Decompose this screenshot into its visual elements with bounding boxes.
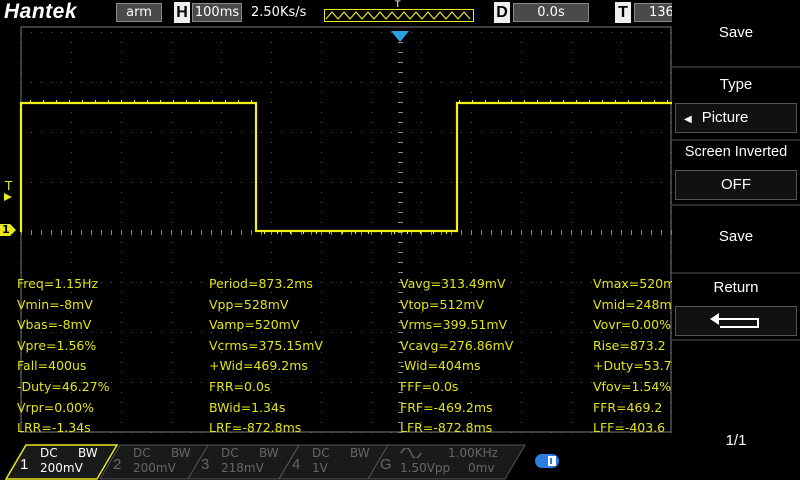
side-menu: Save Type ◀ Picture Screen Inverted OFF S… — [672, 0, 800, 480]
memory-waveform-icon — [324, 9, 474, 22]
delay-letter: D — [494, 2, 510, 23]
type-value-box[interactable]: ◀ Picture — [675, 103, 797, 133]
return-arrow-icon — [710, 313, 759, 328]
generator-frequency: 1.00KHz — [448, 446, 498, 460]
brand-logo: Hantek — [4, 0, 78, 23]
type-label: Type — [719, 76, 753, 93]
measurement-value: Vavg=313.49mV — [400, 276, 506, 291]
measurement-value: Vrpr=0.00% — [17, 399, 94, 415]
trigger-value[interactable]: 136 — [634, 3, 674, 22]
generator-status[interactable]: G 1.00KHz 1.50Vpp 0mv — [380, 442, 520, 480]
channel-bw-limit: BW — [78, 446, 98, 460]
channel-coupling: DC — [40, 446, 58, 460]
measurement-value: Vbas=-8mV — [17, 317, 92, 333]
measurement-value: -Wid=404ms — [400, 358, 481, 374]
channel-1-status[interactable]: 1 DC BW 200mV — [20, 442, 110, 480]
measurement-value: LRR=-1.34s — [17, 420, 91, 436]
channel-coupling: DC — [221, 446, 239, 460]
return-button[interactable] — [675, 306, 797, 336]
timebase-value[interactable]: 100ms — [192, 3, 242, 22]
generator-letter: G — [380, 456, 392, 473]
menu-divider — [672, 204, 800, 206]
trigger-position-arrow-icon[interactable] — [391, 31, 409, 43]
measurement-value: Fall=400us — [17, 358, 87, 374]
channel-status-bar: 1 DC BW 200mV 2 DC BW 200mV 3 DC BW 218mV 4 DC BW 1V G … — [0, 442, 672, 480]
sample-rate: 2.50Ks/s — [251, 5, 307, 20]
delay-value[interactable]: 0.0s — [513, 3, 589, 22]
return-option[interactable]: Return — [672, 274, 800, 338]
channel-bw-limit: BW — [259, 446, 279, 460]
measurement-value: Vrms=399.51mV — [400, 317, 508, 333]
top-status-bar: Hantek arm H 100ms 2.50Ks/s T D 0.0s T 1… — [0, 0, 674, 26]
usb-icon — [535, 454, 559, 468]
channel-number: 4 — [292, 456, 301, 473]
measurement-value: -Duty=46.27% — [17, 379, 110, 394]
measurement-value: Period=873.2ms — [209, 276, 313, 291]
measurement-value: +Duty=53.7 — [593, 358, 672, 374]
measurement-value: LFR=-872.8ms — [400, 420, 493, 436]
measurement-value: FFR=469.2 — [593, 399, 663, 415]
menu-page-indicator: 1/1 — [725, 432, 747, 449]
measurement-value: FRR=0.0s — [209, 379, 271, 394]
channel-4-status[interactable]: 4 DC BW 1V — [292, 442, 382, 480]
channel-coupling: DC — [133, 446, 151, 460]
square-wave-trace — [19, 101, 672, 233]
measurement-value: Vmin=-8mV — [17, 296, 93, 312]
measurement-value: Vmid=248m — [593, 296, 672, 312]
generator-amplitude: 1.50Vpp — [400, 461, 451, 475]
type-value: Picture — [701, 109, 749, 126]
measurement-value: LRF=-872.8ms — [209, 420, 302, 436]
channel-scale: 1V — [312, 461, 328, 475]
sine-wave-icon — [400, 448, 422, 458]
left-arrow-icon: ◀ — [684, 114, 692, 125]
return-label: Return — [713, 279, 759, 296]
measurement-value: Vcavg=276.86mV — [400, 337, 514, 353]
channel-number: 1 — [20, 456, 29, 473]
save-button[interactable]: Save — [673, 228, 799, 252]
channel-bw-limit: BW — [171, 446, 191, 460]
channel-bw-limit: BW — [350, 446, 370, 460]
channel-number: 2 — [113, 456, 122, 473]
channel-scale: 218mV — [221, 461, 264, 475]
channel-3-status[interactable]: 3 DC BW 218mV — [201, 442, 291, 480]
measurement-value: Vpp=528mV — [209, 296, 289, 312]
measurement-value: +Wid=469.2ms — [209, 358, 308, 374]
channel-coupling: DC — [312, 446, 330, 460]
waveform-display[interactable]: T 1 Freq=1.15Hz Period=873.2ms Vavg=313.49… — [0, 26, 672, 442]
channel-scale: 200mV — [40, 461, 83, 475]
measurement-value: Vovr=0.00% — [593, 317, 671, 333]
generator-offset: 0mv — [468, 461, 495, 475]
measurement-value: FRF=-469.2ms — [400, 399, 493, 415]
measurement-value: Vpre=1.56% — [17, 337, 97, 353]
trigger-letter: T — [615, 2, 631, 23]
channel-marker-number: 1 — [2, 223, 10, 236]
menu-title: Save — [718, 24, 754, 41]
trigger-level-marker[interactable]: T — [4, 179, 16, 203]
measurement-value: BWid=1.34s — [209, 399, 286, 415]
run-mode-indicator[interactable]: arm — [116, 3, 162, 22]
trigger-position-indicator: T — [324, 0, 474, 22]
type-option[interactable]: Type ◀ Picture — [672, 68, 800, 138]
measurement-value: Vfov=1.54% — [593, 379, 672, 394]
measurement-value: Freq=1.15Hz — [17, 276, 99, 291]
menu-divider — [672, 339, 800, 341]
trigger-level-arrow-icon — [4, 193, 12, 201]
measurement-value: LFF=-403.6 — [593, 420, 666, 436]
screen-inverted-label: Screen Inverted — [684, 144, 788, 160]
measurement-value: Vmax=520m — [593, 276, 672, 291]
screen-inverted-option[interactable]: Screen Inverted OFF — [672, 141, 800, 203]
channel-scale: 200mV — [133, 461, 176, 475]
measurement-value: Vtop=512mV — [400, 296, 485, 312]
measurement-value: Vamp=520mV — [209, 317, 300, 333]
timebase-letter: H — [174, 2, 190, 23]
channel-number: 3 — [201, 456, 210, 473]
trigger-level-label: T — [5, 179, 13, 193]
measurement-value: Rise=873.2 — [593, 337, 666, 353]
screen-inverted-value[interactable]: OFF — [675, 170, 797, 200]
measurement-value: Vcrms=375.15mV — [209, 337, 323, 353]
channel-1-ground-marker[interactable]: 1 — [0, 223, 18, 239]
channel-2-status[interactable]: 2 DC BW 200mV — [113, 442, 203, 480]
measurement-value: FFF=0.0s — [400, 379, 459, 394]
